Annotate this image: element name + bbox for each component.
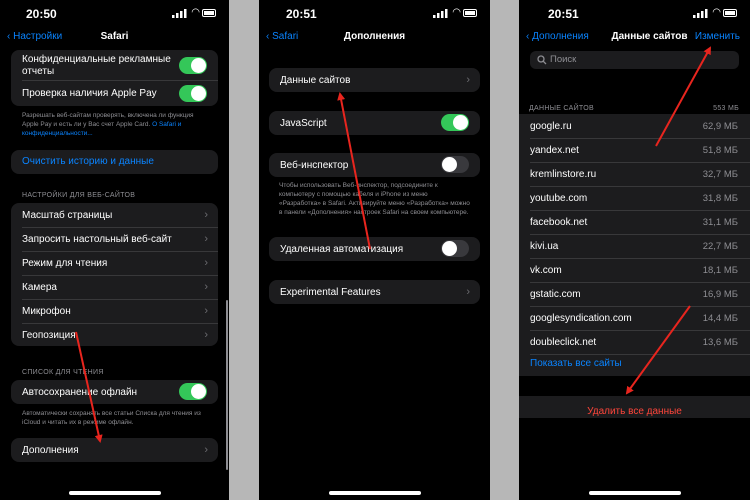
arrow-to-delete-all bbox=[625, 305, 691, 395]
annotation-arrows bbox=[75, 46, 711, 443]
arrow-to-edit bbox=[655, 46, 711, 147]
arrow-to-advanced bbox=[75, 331, 103, 443]
arrow-to-website-data bbox=[337, 92, 371, 250]
